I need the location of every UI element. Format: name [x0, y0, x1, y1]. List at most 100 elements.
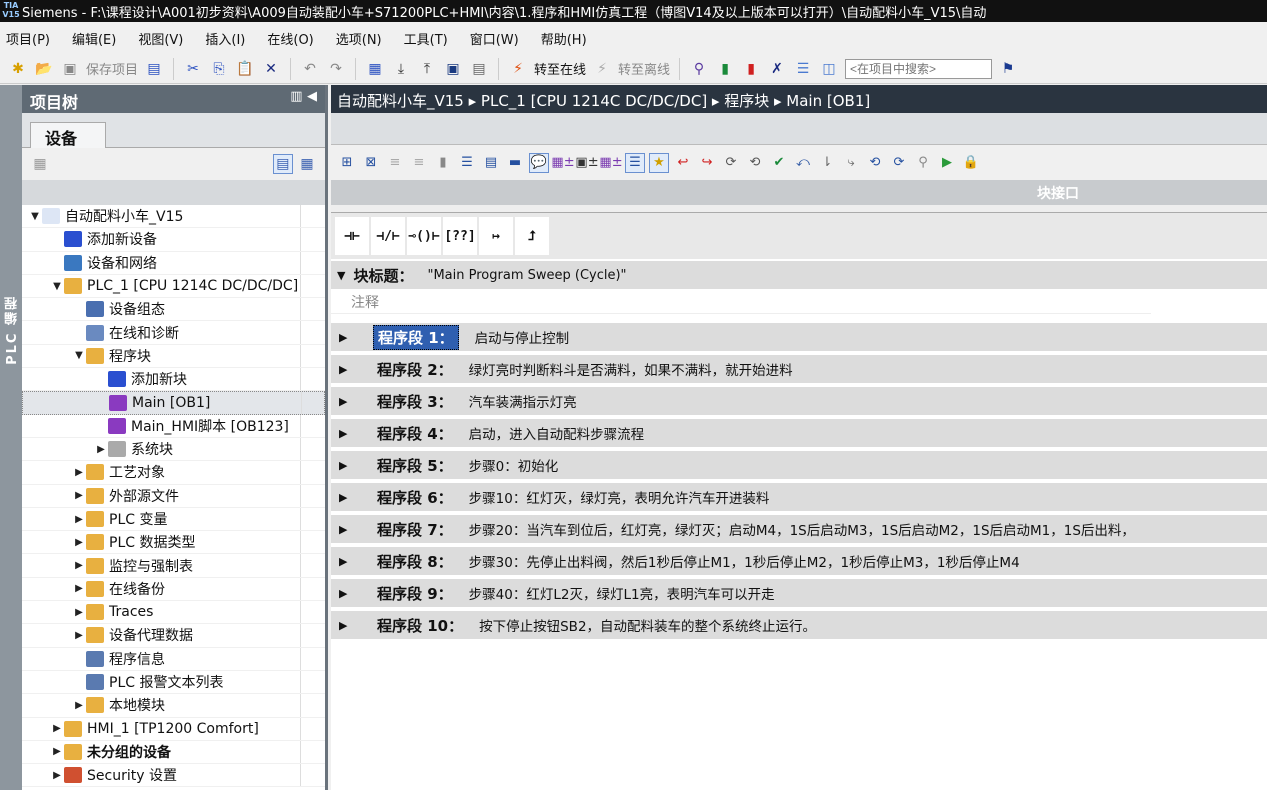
block-title-value[interactable]: "Main Program Sweep (Cycle)" [427, 268, 626, 283]
tree-item[interactable]: ▶ PLC 数据类型 [22, 531, 325, 555]
tree-item[interactable]: ▶ 设备代理数据 [22, 624, 325, 648]
compare-icon[interactable]: ⟲ [745, 153, 765, 173]
compile-icon[interactable]: ▦ [365, 59, 385, 79]
paste-icon[interactable]: 📋 [235, 59, 255, 79]
expand-arrow-icon[interactable]: ▶ [72, 490, 86, 501]
update-calls-icon[interactable]: ⟳ [721, 153, 741, 173]
reset-icon[interactable]: ▮ [433, 153, 453, 173]
start-cpu-icon[interactable]: ▮ [715, 59, 735, 79]
tree-item[interactable]: 添加新设备 [22, 228, 325, 252]
absolute-operands-icon[interactable]: ▦± [551, 153, 574, 173]
network-row[interactable]: ▶ 程序段 1： 启动与停止控制 [331, 323, 1267, 351]
network-row[interactable]: ▶ 程序段 3： 汽车装满指示灯亮 [331, 387, 1267, 415]
tree-item[interactable]: ▶ 在线备份 [22, 577, 325, 602]
tree-item[interactable]: 在线和诊断 [22, 321, 325, 345]
new-project-icon[interactable]: ✱ [8, 59, 28, 79]
close-all-networks-icon[interactable]: ▤ [481, 153, 501, 173]
no-contact-button[interactable]: ⊣⊢ [335, 217, 369, 255]
network-row[interactable]: ▶ 程序段 5： 步骤0：初始化 [331, 451, 1267, 479]
favorites-star-icon[interactable]: ★ [649, 152, 669, 173]
tree-item[interactable]: ▼ PLC_1 [CPU 1214C DC/DC/DC] [22, 274, 325, 299]
operand-display-icon[interactable]: ▦± [599, 153, 622, 173]
collapse-arrow-icon[interactable]: ▼ [337, 269, 345, 282]
tree-item[interactable]: ▶ HMI_1 [TP1200 Comfort] [22, 717, 325, 741]
go-offline-button[interactable]: 转至离线 [618, 59, 670, 78]
menu-view[interactable]: 视图(V) [138, 29, 183, 48]
expand-arrow-icon[interactable]: ▶ [72, 700, 86, 711]
undo-icon[interactable]: ↶ [300, 59, 320, 79]
cross-reference-icon[interactable]: ✗ [767, 59, 787, 79]
tree-item[interactable]: 设备组态 [22, 298, 325, 322]
new-group-icon[interactable]: ▦ [30, 154, 50, 174]
expand-arrow-icon[interactable]: ▼ [28, 211, 42, 222]
delete-icon[interactable]: ✕ [261, 59, 281, 79]
tree-item[interactable]: 设备和网络 [22, 251, 325, 275]
open-branch-button[interactable]: ↦ [479, 217, 513, 255]
redo-icon[interactable]: ↷ [326, 59, 346, 79]
expand-arrow-icon[interactable]: ▶ [339, 331, 377, 344]
upload-icon[interactable]: ⤒ [417, 59, 437, 79]
menu-project[interactable]: 项目(P) [6, 29, 50, 48]
expand-arrow-icon[interactable]: ▶ [72, 467, 86, 478]
favorites-icon[interactable]: ☰ [625, 152, 645, 173]
check-block-icon[interactable]: ✔ [769, 153, 789, 173]
network-title[interactable]: 步骤40：红灯L2灭，绿灯L1亮，表明汽车可以开走 [469, 583, 775, 603]
tree-item[interactable]: 程序信息 [22, 647, 325, 671]
expand-arrow-icon[interactable]: ▶ [72, 514, 86, 525]
network-title[interactable]: 绿灯亮时判断料斗是否满料，如果不满料，就开始进料 [469, 359, 793, 379]
close-branch-button[interactable]: ⮥ [515, 217, 549, 255]
goto-icon[interactable]: ⇂ [817, 153, 837, 173]
network-title[interactable]: 汽车装满指示灯亮 [469, 391, 577, 411]
save-icon[interactable]: ▣ [60, 59, 80, 79]
network-row[interactable]: ▶ 程序段 7： 步骤20：当汽车到位后，红灯亮，绿灯灭；启动M4，1S后启动M3，… [331, 515, 1267, 543]
tree-item[interactable]: ▶ 外部源文件 [22, 484, 325, 508]
menu-help[interactable]: 帮助(H) [541, 29, 587, 48]
tag-info-icon[interactable]: ▣± [575, 153, 598, 173]
network-row[interactable]: ▶ 程序段 8： 步骤30：先停止出料阀，然后1秒后停止M1，1秒后停止M2，1秒后… [331, 547, 1267, 575]
network-title[interactable]: 步骤10：红灯灭，绿灯亮，表明允许汽车开进装料 [469, 487, 770, 507]
append-row-icon[interactable]: ≡ [409, 153, 429, 173]
tree-item[interactable]: ▶ 工艺对象 [22, 461, 325, 485]
expand-arrow-icon[interactable]: ▶ [72, 537, 86, 548]
tree-item[interactable]: ▼ 程序块 [22, 344, 325, 369]
empty-box-button[interactable]: [??] [443, 217, 477, 255]
next-error-icon[interactable]: ↪ [697, 153, 717, 173]
menu-window[interactable]: 窗口(W) [470, 29, 519, 48]
block-title-row[interactable]: ▼ 块标题： "Main Program Sweep (Cycle)" [331, 261, 1267, 289]
network-title[interactable]: 启动，进入自动配料步骤流程 [469, 423, 645, 443]
network-row[interactable]: ▶ 程序段 9： 步骤40：红灯L2灭，绿灯L1亮，表明汽车可以开走 [331, 579, 1267, 607]
go-offline-icon[interactable]: ⚡ [592, 59, 612, 79]
expand-arrow-icon[interactable]: ▶ [72, 630, 86, 641]
open-all-networks-icon[interactable]: ☰ [457, 153, 477, 173]
menu-options[interactable]: 选项(N) [336, 29, 382, 48]
download-icon[interactable]: ⤓ [391, 59, 411, 79]
collapse-panel-icon[interactable]: ▥ ◀ [290, 89, 317, 109]
insert-row-icon[interactable]: ≡ [385, 153, 405, 173]
block-comment[interactable]: 注释 [331, 289, 1151, 314]
expand-arrow-icon[interactable]: ▶ [339, 619, 377, 632]
expand-arrow-icon[interactable]: ▶ [339, 523, 377, 536]
table-view-icon[interactable]: ▦ [297, 154, 317, 174]
expand-arrow-icon[interactable]: ▼ [50, 281, 64, 292]
expand-arrow-icon[interactable]: ▶ [50, 770, 64, 781]
accessible-devices-icon[interactable]: ⚲ [689, 59, 709, 79]
network-row[interactable]: ▶ 程序段 10： 按下停止按钮SB2，自动配料装车的整个系统终止运行。 [331, 611, 1267, 639]
network-row[interactable]: ▶ 程序段 4： 启动，进入自动配料步骤流程 [331, 419, 1267, 447]
protection-icon[interactable]: 🔒 [961, 153, 981, 173]
expand-arrow-icon[interactable]: ▶ [339, 363, 377, 376]
expand-arrow-icon[interactable]: ▶ [72, 560, 86, 571]
network-title[interactable]: 步骤30：先停止出料阀，然后1秒后停止M1，1秒后停止M2，1秒后停止M3，1秒… [469, 551, 1020, 571]
network-title[interactable]: 按下停止按钮SB2，自动配料装车的整个系统终止运行。 [479, 615, 816, 635]
expand-arrow-icon[interactable]: ▼ [72, 350, 86, 361]
network-row[interactable]: ▶ 程序段 2： 绿灯亮时判断料斗是否满料，如果不满料，就开始进料 [331, 355, 1267, 383]
block-interface-band[interactable]: 块接口 [331, 180, 1267, 205]
stop-cpu-icon[interactable]: ▮ [741, 59, 761, 79]
expand-arrow-icon[interactable]: ▶ [50, 746, 64, 757]
go-online-icon[interactable]: ⚡ [508, 59, 528, 79]
expand-arrow-icon[interactable]: ▶ [94, 444, 108, 455]
network-title[interactable]: 步骤20：当汽车到位后，红灯亮，绿灯灭；启动M4，1S后启动M3，1S后启动M2… [469, 519, 1135, 539]
simulation-icon[interactable]: ▣ [443, 59, 463, 79]
split-vertical-icon[interactable]: ◫ [819, 59, 839, 79]
splitter[interactable] [331, 205, 1267, 213]
search-icon[interactable]: ⚑ [998, 59, 1018, 79]
